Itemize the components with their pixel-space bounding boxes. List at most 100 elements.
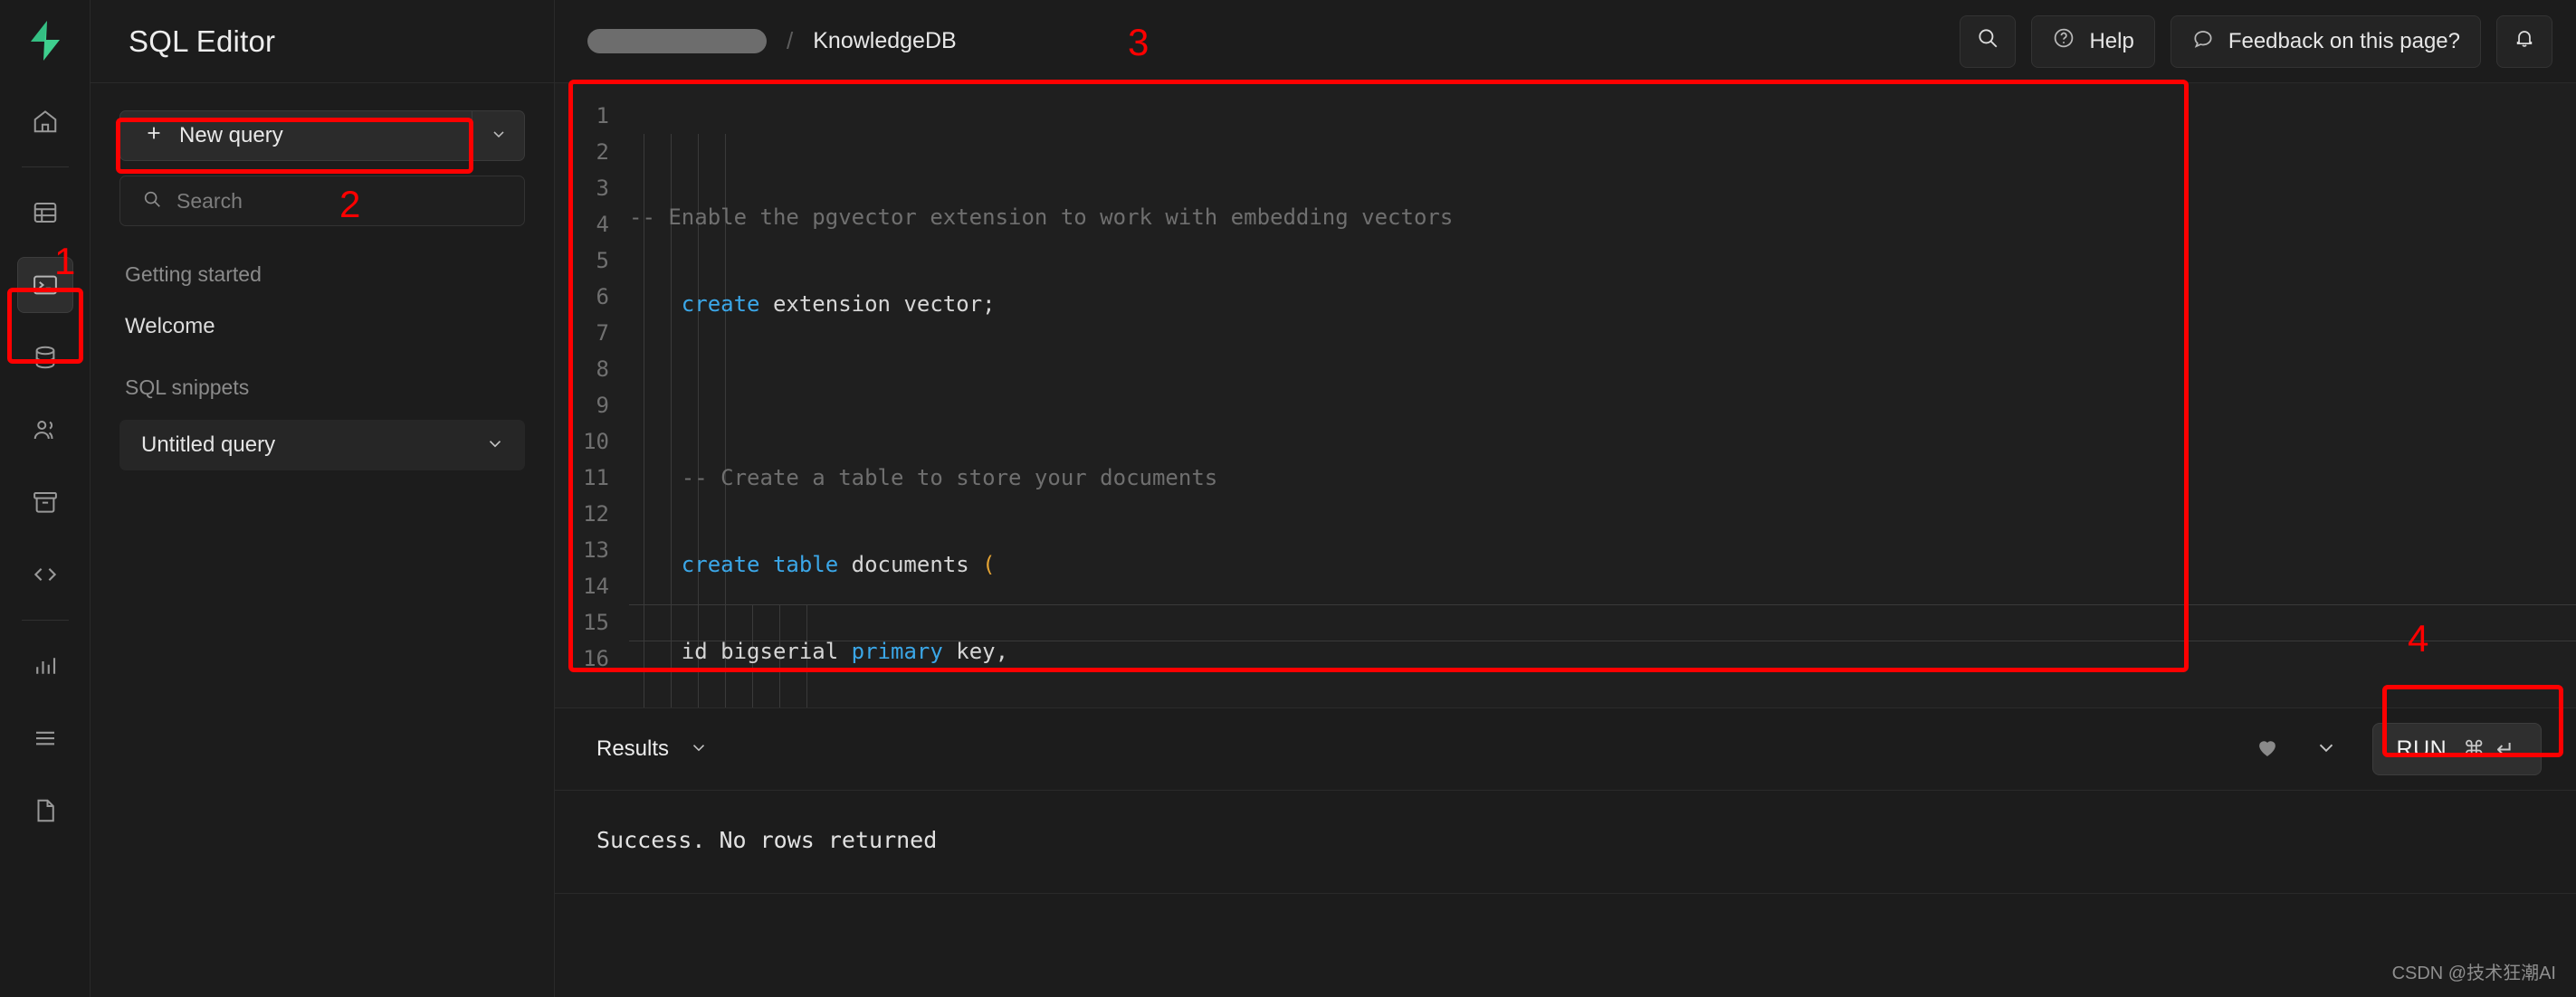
sql-editor-sidebar: SQL Editor New query Search Getting star… bbox=[91, 0, 555, 997]
chevron-down-icon[interactable] bbox=[485, 433, 505, 458]
line-number: 10 bbox=[583, 429, 609, 454]
line-number: 3 bbox=[596, 176, 609, 201]
results-more-caret-icon[interactable] bbox=[2314, 736, 2338, 764]
code-line-1: -- Enable the pgvector extension to work… bbox=[629, 199, 2576, 235]
feedback-button[interactable]: Feedback on this page? bbox=[2170, 14, 2481, 68]
sql-editor-app: SQL Editor New query Search Getting star… bbox=[0, 0, 2576, 997]
primary-nav-rail bbox=[0, 0, 91, 997]
sidebar-header: SQL Editor bbox=[91, 0, 554, 83]
sidebar-item-untitled-query[interactable]: Untitled query bbox=[119, 420, 525, 470]
home-icon bbox=[32, 108, 59, 135]
breadcrumb-separator: / bbox=[787, 27, 794, 54]
rail-item-authentication[interactable] bbox=[17, 402, 73, 458]
line-number: 1 bbox=[596, 103, 609, 128]
line-number: 11 bbox=[583, 465, 609, 490]
code-editor[interactable]: 1 2 3 4 5 6 7 8 9 10 11 12 13 14 15 16 -… bbox=[555, 83, 2576, 707]
line-number: 2 bbox=[596, 139, 609, 165]
heart-icon[interactable] bbox=[2255, 735, 2280, 764]
annotation-number-2: 2 bbox=[339, 183, 361, 225]
plus-icon bbox=[144, 123, 164, 149]
help-label: Help bbox=[2089, 28, 2134, 53]
main-panel: / KnowledgeDB Help Feedback on this page… bbox=[555, 0, 2576, 997]
page-title: SQL Editor bbox=[129, 24, 276, 58]
rail-item-api-docs[interactable] bbox=[17, 783, 73, 839]
line-number: 15 bbox=[583, 610, 609, 635]
results-divider bbox=[555, 893, 2576, 894]
top-bar-actions: Help Feedback on this page? bbox=[1960, 14, 2552, 68]
feedback-label: Feedback on this page? bbox=[2228, 28, 2460, 53]
rail-divider-bottom bbox=[21, 620, 69, 621]
message-icon bbox=[2191, 26, 2215, 56]
code-line-6: id bigserial primary key, bbox=[629, 639, 1009, 664]
results-message: Success. No rows returned bbox=[596, 827, 938, 853]
rail-divider-top bbox=[21, 166, 69, 167]
results-pane: Success. No rows returned bbox=[555, 791, 2576, 997]
run-shortcut: ⌘ ↵ bbox=[2463, 736, 2517, 762]
code-content[interactable]: -- Enable the pgvector extension to work… bbox=[629, 98, 2576, 707]
database-icon bbox=[32, 344, 59, 371]
breadcrumb: / KnowledgeDB bbox=[587, 27, 957, 55]
sidebar-content: New query Search Getting started Welcome… bbox=[91, 83, 554, 470]
line-number-gutter: 1 2 3 4 5 6 7 8 9 10 11 12 13 14 15 16 bbox=[555, 98, 629, 707]
search-button[interactable] bbox=[1960, 14, 2017, 68]
rail-item-reports[interactable] bbox=[17, 638, 73, 694]
code-line-2: create extension vector; bbox=[681, 291, 996, 317]
line-number: 12 bbox=[583, 501, 609, 527]
code-line-5: create table documents ( bbox=[681, 552, 996, 577]
group-label-sql-snippets: SQL snippets bbox=[125, 375, 250, 399]
rail-item-table-editor[interactable] bbox=[17, 185, 73, 241]
breadcrumb-project-redacted[interactable] bbox=[587, 29, 767, 53]
search-icon bbox=[1976, 26, 1999, 56]
rail-item-edge-functions[interactable] bbox=[17, 546, 73, 603]
run-button[interactable]: RUN ⌘ ↵ bbox=[2371, 723, 2542, 775]
bell-icon bbox=[2513, 26, 2536, 56]
search-input[interactable]: Search bbox=[119, 176, 525, 226]
help-circle-icon bbox=[2052, 26, 2075, 56]
results-tab[interactable]: Results bbox=[596, 736, 709, 762]
chevron-down-icon bbox=[490, 125, 508, 147]
logs-icon bbox=[32, 725, 59, 752]
line-number: 4 bbox=[596, 212, 609, 237]
supabase-logo-icon[interactable] bbox=[20, 13, 71, 69]
annotation-number-4: 4 bbox=[2408, 617, 2429, 660]
chevron-down-icon[interactable] bbox=[689, 737, 709, 762]
authentication-icon bbox=[32, 416, 59, 443]
top-bar: / KnowledgeDB Help Feedback on this page… bbox=[555, 0, 2576, 83]
line-number: 13 bbox=[583, 537, 609, 563]
notifications-button[interactable] bbox=[2496, 14, 2552, 68]
rail-item-logs[interactable] bbox=[17, 710, 73, 766]
sql-editor-area[interactable]: 1 2 3 4 5 6 7 8 9 10 11 12 13 14 15 16 -… bbox=[555, 83, 2576, 707]
annotation-number-3: 3 bbox=[1128, 21, 1150, 63]
line-number: 5 bbox=[596, 248, 609, 273]
edge-functions-icon bbox=[32, 561, 59, 588]
watermark: CSDN @技术狂潮AI bbox=[2391, 964, 2556, 983]
results-tab-label: Results bbox=[596, 736, 670, 761]
rail-item-home[interactable] bbox=[17, 93, 73, 149]
new-query-dropdown-toggle[interactable] bbox=[472, 111, 524, 160]
line-number: 9 bbox=[596, 393, 609, 418]
rail-item-storage[interactable] bbox=[17, 474, 73, 530]
new-query-button[interactable]: New query bbox=[119, 110, 525, 161]
new-query-main[interactable]: New query bbox=[120, 111, 472, 160]
line-number: 14 bbox=[583, 574, 609, 599]
group-label-getting-started: Getting started bbox=[125, 262, 262, 286]
search-icon bbox=[142, 189, 162, 214]
snippet-label: Untitled query bbox=[141, 432, 276, 457]
code-line-4: -- Create a table to store your document… bbox=[681, 465, 1218, 490]
rail-item-database[interactable] bbox=[17, 329, 73, 385]
line-number: 7 bbox=[596, 320, 609, 346]
results-toolbar: Results RUN ⌘ ↵ bbox=[555, 707, 2576, 791]
storage-icon bbox=[32, 489, 59, 516]
breadcrumb-current[interactable]: KnowledgeDB bbox=[813, 28, 956, 54]
help-button[interactable]: Help bbox=[2031, 14, 2155, 68]
api-docs-icon bbox=[32, 797, 59, 824]
line-number: 16 bbox=[583, 646, 609, 671]
results-actions: RUN ⌘ ↵ bbox=[2255, 723, 2552, 775]
run-label: RUN bbox=[2396, 736, 2447, 762]
table-editor-icon bbox=[32, 199, 59, 226]
line-number: 8 bbox=[596, 356, 609, 382]
annotation-number-1: 1 bbox=[54, 240, 76, 282]
sidebar-item-welcome[interactable]: Welcome bbox=[125, 314, 525, 339]
search-placeholder: Search bbox=[177, 188, 243, 213]
